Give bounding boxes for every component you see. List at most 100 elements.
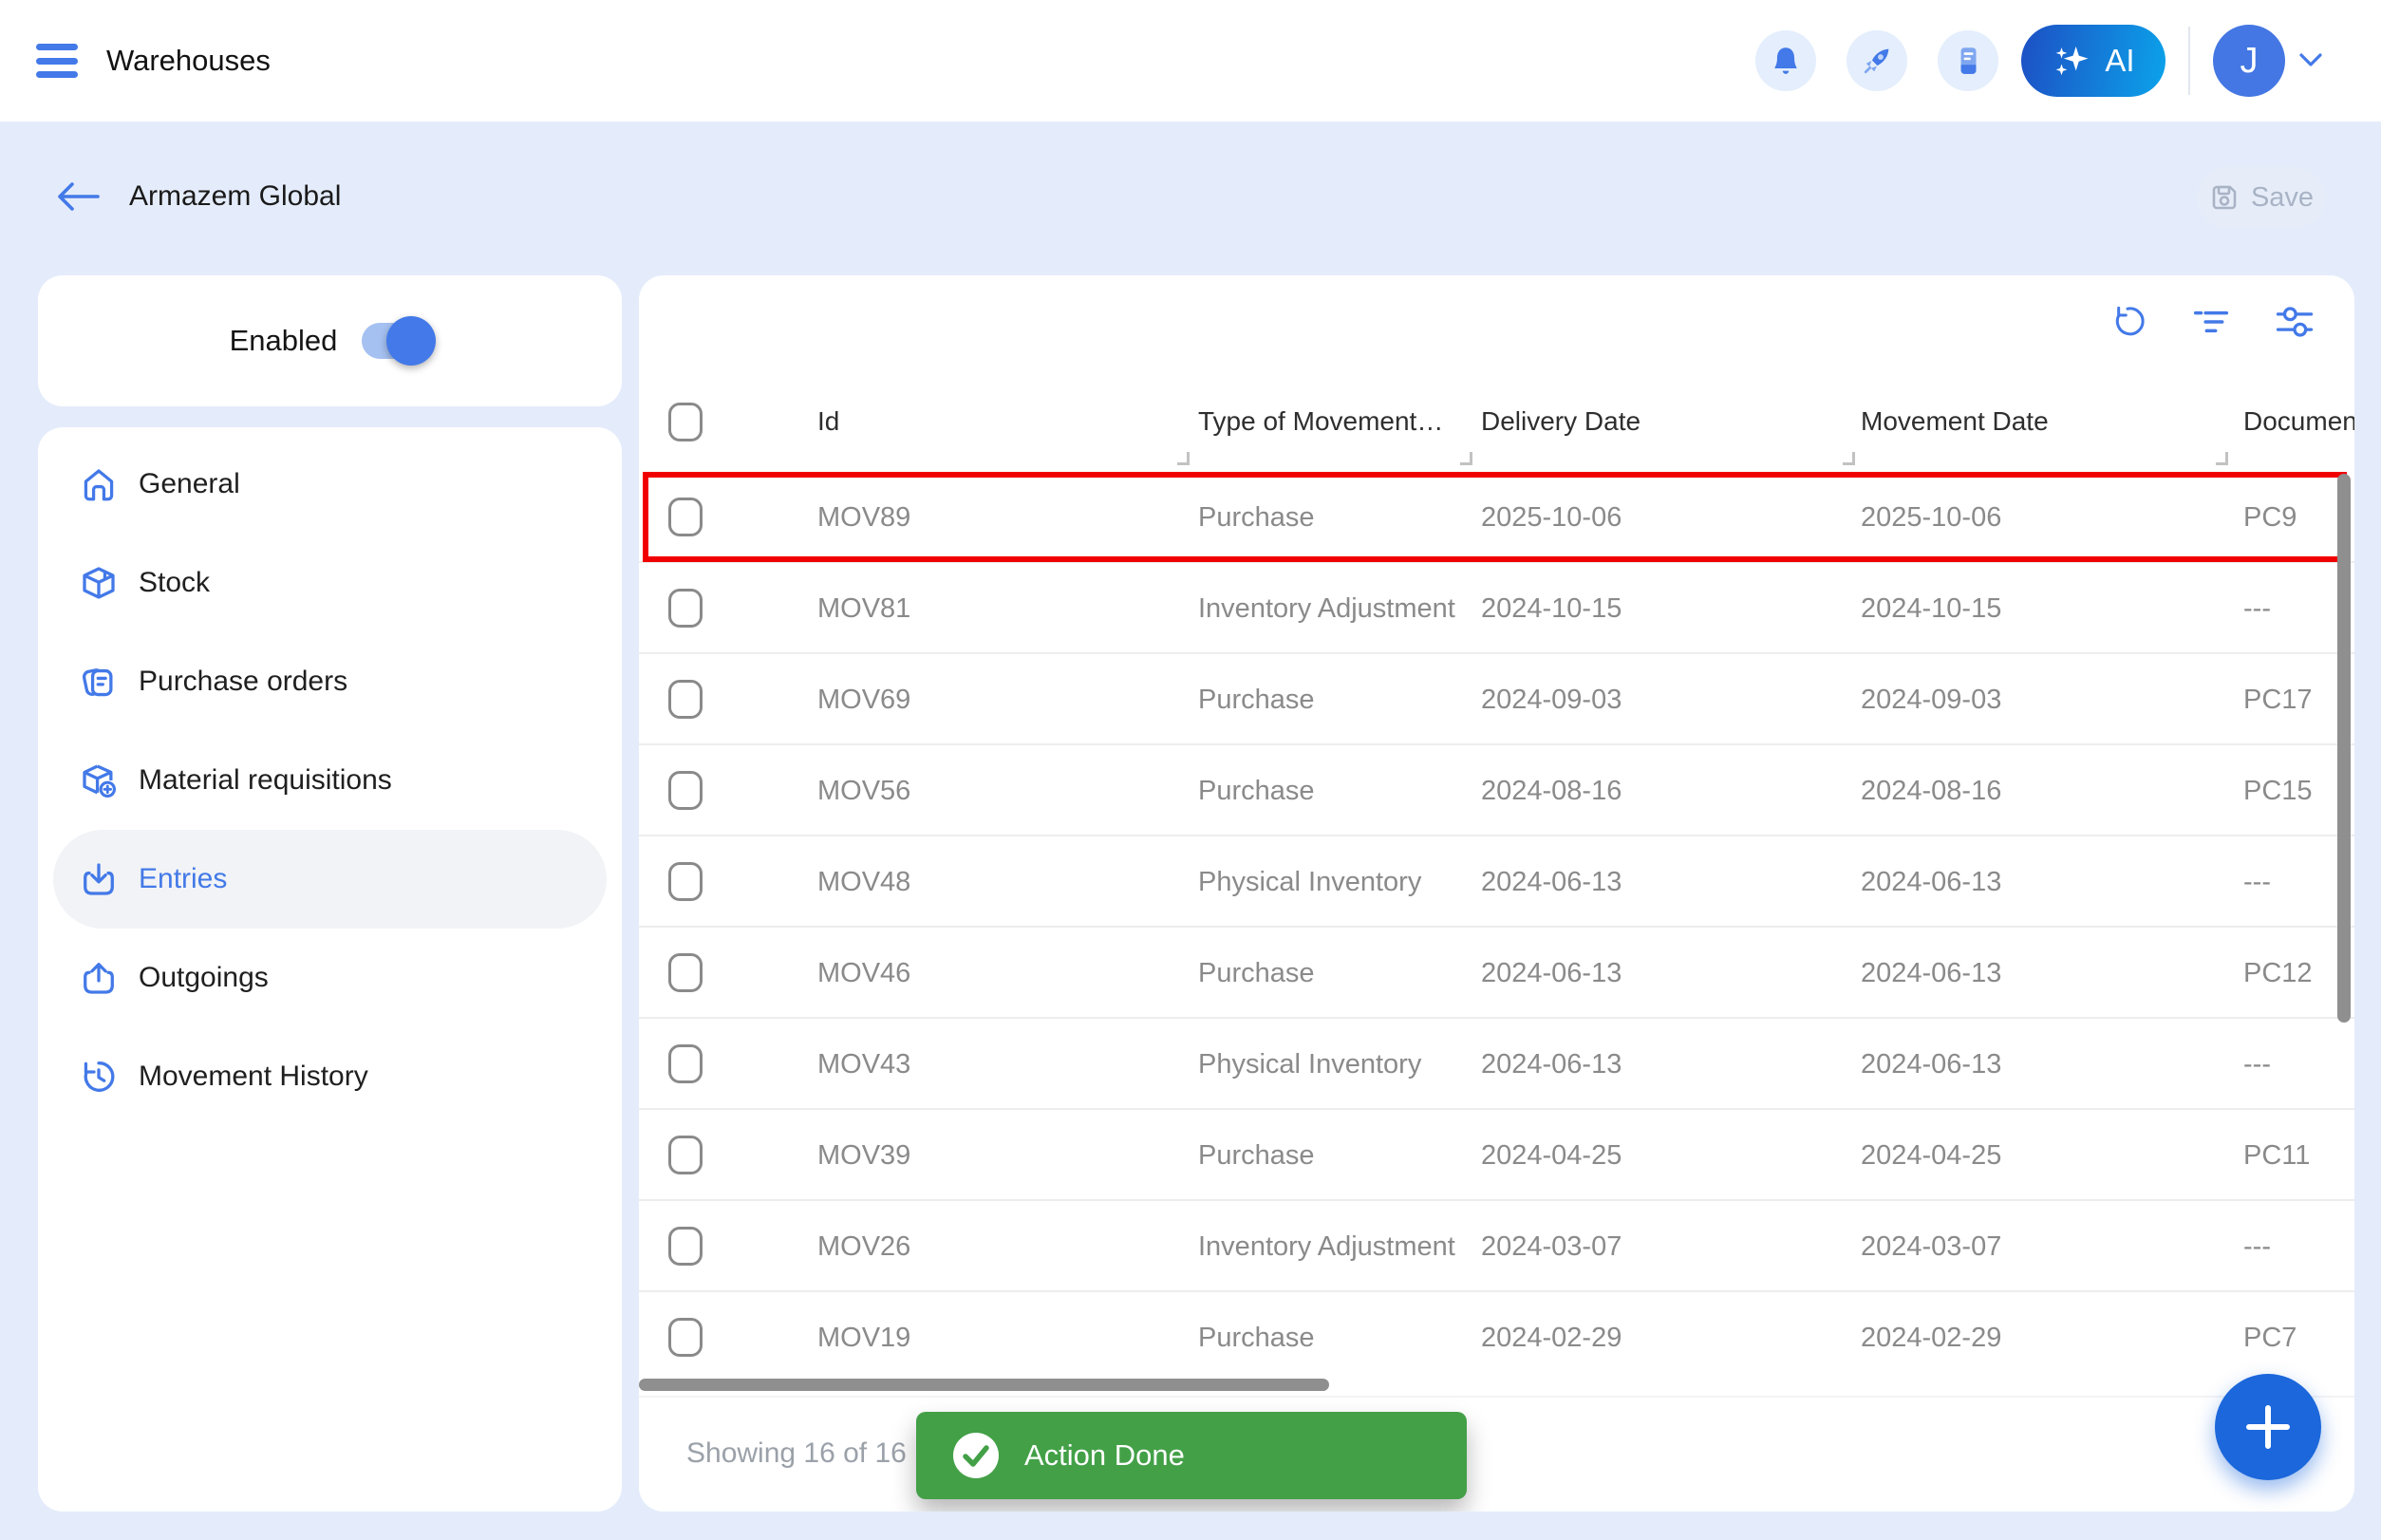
row-checkbox[interactable]: [668, 771, 703, 810]
hamburger-menu-icon[interactable]: [36, 44, 78, 78]
box-icon: [80, 564, 118, 602]
save-button[interactable]: Save: [2198, 167, 2325, 228]
cell-delivery-date: 2024-03-07: [1481, 1201, 1622, 1292]
upload-icon: [80, 959, 118, 997]
table-row[interactable]: MOV81 Inventory Adjustment 2024-10-15 20…: [639, 563, 2354, 654]
toast-notification: Action Done: [916, 1412, 1467, 1499]
row-checkbox[interactable]: [668, 498, 703, 536]
cell-type-of-movement: Purchase: [1198, 654, 1315, 745]
column-header-delivery-date[interactable]: Delivery Date: [1481, 406, 1640, 437]
enabled-toggle[interactable]: [362, 323, 430, 359]
cell-id: MOV19: [817, 1292, 910, 1380]
sparkles-icon: [2052, 41, 2091, 81]
sidebar-item-purchase-orders[interactable]: Purchase orders: [38, 632, 622, 731]
table-row[interactable]: MOV48 Physical Inventory 2024-06-13 2024…: [639, 836, 2354, 928]
sidebar-item-entries[interactable]: Entries: [53, 830, 607, 929]
sidebar-item-stock[interactable]: Stock: [38, 534, 622, 632]
cell-delivery-date: 2024-10-15: [1481, 563, 1622, 654]
cell-id: MOV69: [817, 654, 910, 745]
launch-button[interactable]: [1847, 30, 1907, 91]
row-checkbox[interactable]: [668, 953, 703, 992]
table-row[interactable]: MOV39 Purchase 2024-04-25 2024-04-25 PC1…: [639, 1110, 2354, 1201]
cell-delivery-date: 2024-08-16: [1481, 745, 1622, 836]
table-row[interactable]: MOV19 Purchase 2024-02-29 2024-02-29 PC7: [639, 1292, 2354, 1380]
cell-id: MOV46: [817, 928, 910, 1019]
table-row[interactable]: MOV26 Inventory Adjustment 2024-03-07 20…: [639, 1201, 2354, 1292]
vertical-scrollbar[interactable]: [2337, 474, 2351, 1023]
avatar[interactable]: J: [2213, 25, 2285, 97]
showing-count: Showing 16 of 16: [686, 1437, 907, 1470]
check-circle-icon: [952, 1432, 1000, 1479]
rocket-icon: [1860, 44, 1894, 78]
row-checkbox[interactable]: [668, 1044, 703, 1083]
row-checkbox[interactable]: [668, 589, 703, 628]
table-row[interactable]: MOV56 Purchase 2024-08-16 2024-08-16 PC1…: [639, 745, 2354, 836]
table-row[interactable]: MOV46 Purchase 2024-06-13 2024-06-13 PC1…: [639, 928, 2354, 1019]
back-button[interactable]: [55, 180, 101, 213]
table-row[interactable]: MOV43 Physical Inventory 2024-06-13 2024…: [639, 1019, 2354, 1110]
cell-type-of-movement: Purchase: [1198, 1292, 1315, 1380]
cell-delivery-date: 2024-06-13: [1481, 928, 1622, 1019]
column-resize-handle[interactable]: [2216, 452, 2228, 465]
add-entry-fab[interactable]: [2215, 1374, 2321, 1480]
cell-document: PC15: [2243, 745, 2313, 836]
avatar-initial: J: [2240, 41, 2259, 82]
app-header: Warehouses: [0, 0, 2381, 122]
table-toolbar: [2108, 302, 2315, 342]
column-header-movement-date[interactable]: Movement Date: [1861, 406, 2049, 437]
cell-movement-date: 2024-09-03: [1861, 654, 2001, 745]
sidebar-item-label: General: [139, 468, 240, 500]
row-checkbox[interactable]: [668, 680, 703, 719]
column-header-type-of-movement[interactable]: Type of Movement…: [1198, 406, 1443, 437]
sidebar-item-label: Entries: [139, 863, 227, 895]
row-checkbox[interactable]: [668, 1136, 703, 1174]
row-checkbox[interactable]: [668, 1227, 703, 1266]
horizontal-scrollbar[interactable]: [639, 1379, 1329, 1391]
cell-id: MOV26: [817, 1201, 910, 1292]
history-icon: [80, 1058, 118, 1096]
cell-movement-date: 2024-06-13: [1861, 928, 2001, 1019]
sidebar-item-outgoings[interactable]: Outgoings: [38, 929, 622, 1027]
filter-icon[interactable]: [2191, 302, 2231, 342]
sidebar-item-general[interactable]: General: [38, 435, 622, 534]
refresh-icon[interactable]: [2108, 302, 2147, 342]
download-icon: [80, 860, 118, 898]
cell-movement-date: 2024-02-29: [1861, 1292, 2001, 1380]
table-row[interactable]: MOV69 Purchase 2024-09-03 2024-09-03 PC1…: [639, 654, 2354, 745]
cell-id: MOV56: [817, 745, 910, 836]
column-header-id[interactable]: Id: [817, 406, 839, 437]
ai-label: AI: [2105, 43, 2134, 79]
cell-movement-date: 2024-03-07: [1861, 1201, 2001, 1292]
chevron-down-icon[interactable]: [2298, 52, 2323, 69]
cell-type-of-movement: Inventory Adjustment: [1198, 563, 1455, 654]
ai-assistant-button[interactable]: AI: [2021, 25, 2165, 97]
row-checkbox[interactable]: [668, 862, 703, 901]
entries-table-card: Id Type of Movement… Delivery Date Movem…: [639, 275, 2354, 1512]
docs-button[interactable]: [1938, 30, 1998, 91]
cell-document: PC17: [2243, 654, 2313, 745]
header-actions: AI J: [1755, 25, 2381, 97]
sidebar-item-material-requisitions[interactable]: Material requisitions: [38, 731, 622, 830]
column-resize-handle[interactable]: [1843, 452, 1855, 465]
sidebar-item-movement-history[interactable]: Movement History: [38, 1027, 622, 1126]
cell-document: ---: [2243, 836, 2271, 928]
save-icon: [2209, 182, 2240, 213]
notifications-button[interactable]: [1755, 30, 1816, 91]
column-settings-icon[interactable]: [2275, 302, 2315, 342]
cell-type-of-movement: Purchase: [1198, 1110, 1315, 1201]
row-checkbox[interactable]: [668, 1318, 703, 1357]
cell-movement-date: 2024-08-16: [1861, 745, 2001, 836]
cell-document: PC12: [2243, 928, 2313, 1019]
toggle-thumb: [386, 316, 436, 366]
cell-movement-date: 2024-04-25: [1861, 1110, 2001, 1201]
column-resize-handle[interactable]: [1460, 452, 1472, 465]
cell-id: MOV89: [817, 472, 910, 563]
sidebar-item-label: Outgoings: [139, 962, 269, 994]
table-row[interactable]: MOV89 Purchase 2025-10-06 2025-10-06 PC9: [639, 472, 2354, 563]
documents-icon: [80, 663, 118, 701]
column-resize-handle[interactable]: [1177, 452, 1190, 465]
column-header-document[interactable]: Document: [2243, 406, 2354, 437]
sidebar-nav: General Stock Purchase orders: [38, 427, 622, 1512]
cell-type-of-movement: Purchase: [1198, 928, 1315, 1019]
select-all-checkbox[interactable]: [668, 403, 703, 441]
